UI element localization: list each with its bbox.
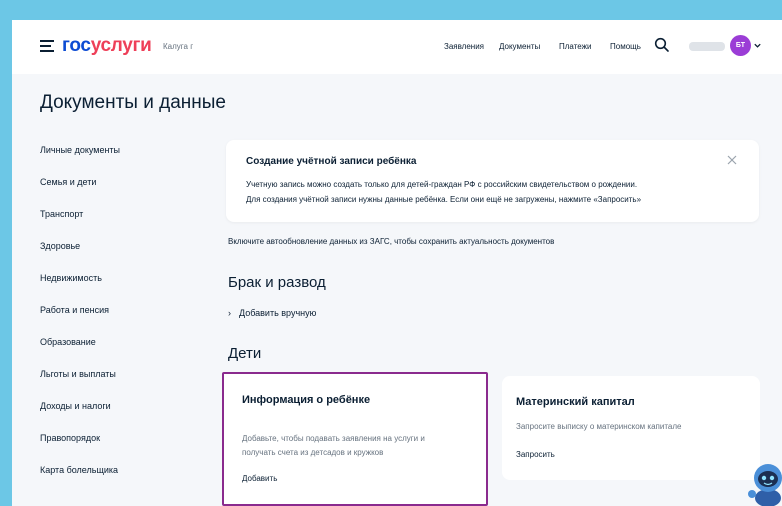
- search-icon[interactable]: [654, 37, 670, 53]
- user-name-blurred[interactable]: [689, 42, 725, 51]
- chevron-down-icon[interactable]: [753, 41, 762, 50]
- sidebar-item-transport[interactable]: Транспорт: [40, 209, 83, 219]
- add-manually-link[interactable]: › Добавить вручную: [228, 308, 316, 318]
- sidebar-item-benefits[interactable]: Льготы и выплаты: [40, 369, 116, 379]
- children-section-title: Дети: [228, 345, 262, 362]
- sidebar-item-fan-card[interactable]: Карта болельщика: [40, 465, 118, 475]
- nav-applications[interactable]: Заявления: [444, 42, 484, 51]
- sidebar-item-real-estate[interactable]: Недвижимость: [40, 273, 102, 283]
- chevron-right-icon: ›: [228, 308, 231, 318]
- marriage-section-title: Брак и развод: [228, 274, 326, 291]
- gosuslugi-logo[interactable]: госуслуги: [62, 35, 152, 57]
- robot-assistant-icon[interactable]: [748, 458, 782, 506]
- page-title: Документы и данные: [40, 92, 226, 113]
- add-child-link[interactable]: Добавить: [242, 474, 277, 483]
- sidebar-item-work-pension[interactable]: Работа и пенсия: [40, 305, 109, 315]
- sidebar-item-law[interactable]: Правопорядок: [40, 433, 100, 443]
- child-card-title: Информация о ребёнке: [242, 394, 371, 406]
- sidebar-item-education[interactable]: Образование: [40, 337, 96, 347]
- capital-card-text: Запросите выписку о материнском капитале: [516, 422, 682, 431]
- close-icon[interactable]: [726, 154, 738, 166]
- auto-update-text[interactable]: Включите автообновление данных из ЗАГС, …: [228, 237, 554, 246]
- menu-icon[interactable]: [40, 40, 54, 52]
- sidebar-item-health[interactable]: Здоровье: [40, 241, 80, 251]
- add-manually-label: Добавить вручную: [239, 308, 317, 318]
- nav-payments[interactable]: Платежи: [559, 42, 591, 51]
- sidebar-item-personal-documents[interactable]: Личные документы: [40, 145, 120, 155]
- page: госуслуги Калуга г Заявления Документы П…: [12, 20, 782, 506]
- child-card-text-line2: получать счета из детсадов и кружков: [242, 448, 384, 457]
- capital-card-title: Материнский капитал: [516, 396, 635, 408]
- sidebar-item-family[interactable]: Семья и дети: [40, 177, 96, 187]
- child-account-notice: Создание учётной записи ребёнка Учетную …: [226, 140, 759, 222]
- notice-text-line1: Учетную запись можно создать только для …: [246, 180, 638, 189]
- nav-help[interactable]: Помощь: [610, 42, 641, 51]
- request-capital-link[interactable]: Запросить: [516, 450, 555, 459]
- maternity-capital-card[interactable]: Материнский капитал Запросите выписку о …: [502, 376, 760, 480]
- region-selector[interactable]: Калуга г: [163, 42, 193, 51]
- header: госуслуги Калуга г Заявления Документы П…: [12, 20, 782, 74]
- notice-title: Создание учётной записи ребёнка: [246, 156, 417, 167]
- sidebar-item-income-taxes[interactable]: Доходы и налоги: [40, 401, 111, 411]
- nav-documents[interactable]: Документы: [499, 42, 540, 51]
- top-frame-strip: [0, 0, 782, 20]
- left-frame-strip: [0, 0, 12, 506]
- avatar[interactable]: БТ: [730, 35, 751, 56]
- child-info-card[interactable]: Информация о ребёнке Добавьте, чтобы под…: [222, 372, 488, 506]
- notice-text-line2: Для создания учётной записи нужны данные…: [246, 195, 642, 204]
- child-card-text-line1: Добавьте, чтобы подавать заявления на ус…: [242, 434, 425, 443]
